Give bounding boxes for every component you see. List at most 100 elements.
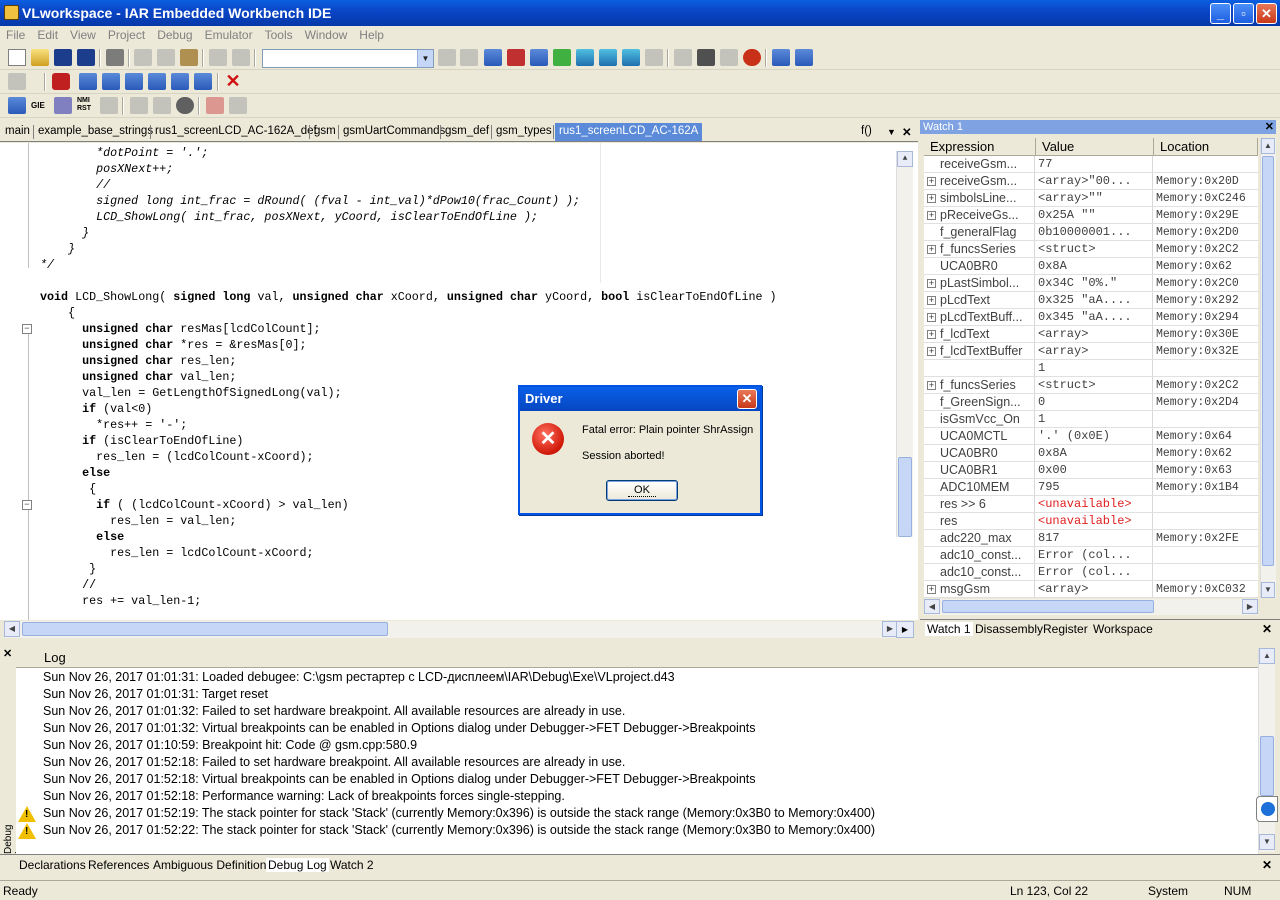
- go-debug-icon[interactable]: [194, 73, 212, 90]
- editor-vertical-scrollbar[interactable]: ▲: [896, 151, 913, 537]
- scroll-thumb[interactable]: [22, 622, 388, 636]
- watch-row[interactable]: adc220_max 817 Memory:0x2FE: [924, 530, 1258, 547]
- watch-horizontal-scrollbar[interactable]: ◀ ▶: [924, 599, 1258, 615]
- expand-icon[interactable]: +: [927, 585, 936, 594]
- watch-row[interactable]: res <unavailable>: [924, 513, 1258, 530]
- code-editor[interactable]: − − *dotPoint = '.'; posXNext++; // sign…: [0, 143, 918, 620]
- stop-build-icon[interactable]: [697, 49, 715, 66]
- emulator-icon[interactable]: [8, 97, 26, 114]
- step-into-icon[interactable]: [102, 73, 120, 90]
- watch-row[interactable]: + pLcdText 0x325 "aA.... Memory:0x292: [924, 292, 1258, 309]
- watch-row[interactable]: UCA0BR1 0x00 Memory:0x63: [924, 462, 1258, 479]
- watch-row[interactable]: f_generalFlag 0b10000001... Memory:0x2D0: [924, 224, 1258, 241]
- watch-row[interactable]: + msgGsm <array> Memory:0xC032: [924, 581, 1258, 598]
- run-to-cursor-icon[interactable]: [171, 73, 189, 90]
- maximize-button[interactable]: ▫: [1233, 3, 1254, 24]
- scroll-down-icon[interactable]: ▼: [1259, 834, 1275, 850]
- navigate-icon[interactable]: [484, 49, 502, 66]
- advanced-breakpoint-icon[interactable]: [229, 97, 247, 114]
- go-icon[interactable]: [553, 49, 571, 66]
- find-icon[interactable]: [438, 49, 456, 66]
- undo-icon[interactable]: [209, 49, 227, 66]
- scroll-up-icon[interactable]: ▲: [1259, 648, 1275, 664]
- expand-icon[interactable]: +: [927, 381, 936, 390]
- watch-row[interactable]: + pLastSimbol... 0x34C "0%." Memory:0x2C0: [924, 275, 1258, 292]
- tab-main[interactable]: main: [5, 125, 30, 137]
- watch-row[interactable]: receiveGsm... 77: [924, 156, 1258, 173]
- watch-row[interactable]: adc10_const... Error (col...: [924, 564, 1258, 581]
- expand-icon[interactable]: +: [927, 177, 936, 186]
- template-icon[interactable]: [530, 49, 548, 66]
- find-next-icon[interactable]: [460, 49, 478, 66]
- chevron-down-icon[interactable]: ▼: [417, 50, 433, 67]
- log-header[interactable]: Log: [16, 648, 1258, 668]
- minimize-button[interactable]: _: [1210, 3, 1231, 24]
- tab-rus1-screenlcd-active[interactable]: rus1_screenLCD_AC-162A: [555, 123, 703, 141]
- watch-row[interactable]: f_GreenSign... 0 Memory:0x2D4: [924, 394, 1258, 411]
- tab-watch2[interactable]: Watch 2: [330, 858, 374, 872]
- debug-without-download-icon[interactable]: [795, 49, 813, 66]
- menu-emulator[interactable]: Emulator: [199, 26, 259, 44]
- step-over-icon[interactable]: [79, 73, 97, 90]
- step-out-icon[interactable]: [125, 73, 143, 90]
- breakpoint-icon[interactable]: [743, 49, 761, 66]
- sequencer-icon[interactable]: [176, 97, 194, 114]
- debug-icon[interactable]: [772, 49, 790, 66]
- tab-example-base-strings[interactable]: example_base_strings: [38, 125, 153, 137]
- expand-icon[interactable]: +: [927, 296, 936, 305]
- print-icon[interactable]: [106, 49, 124, 66]
- tab-declarations[interactable]: Declarations: [19, 858, 86, 872]
- teamviewer-icon[interactable]: [1256, 796, 1278, 822]
- new-file-icon[interactable]: [8, 49, 26, 66]
- tab-ambiguous-definitions[interactable]: Ambiguous Definitions: [153, 858, 272, 872]
- scroll-thumb[interactable]: [898, 457, 912, 537]
- watch-header-expression[interactable]: Expression: [924, 138, 1036, 156]
- watch-row[interactable]: UCA0BR0 0x8A Memory:0x62: [924, 445, 1258, 462]
- menu-edit[interactable]: Edit: [31, 26, 64, 44]
- tab-gsm-types[interactable]: gsm_types: [496, 125, 552, 137]
- tab-register[interactable]: Register: [1043, 622, 1088, 636]
- gie-icon[interactable]: GIE: [31, 97, 49, 114]
- open-folder-icon[interactable]: [31, 49, 49, 66]
- watch-row[interactable]: + simbolsLine... <array>"" Memory:0xC246: [924, 190, 1258, 207]
- menu-view[interactable]: View: [64, 26, 102, 44]
- paste-icon[interactable]: [180, 49, 198, 66]
- scroll-thumb[interactable]: [942, 600, 1154, 613]
- log-list[interactable]: Sun Nov 26, 2017 01:01:31: Loaded debuge…: [16, 668, 1258, 854]
- expand-icon[interactable]: +: [927, 347, 936, 356]
- nmi-rst-icon[interactable]: NMI RST: [77, 97, 95, 114]
- redo-icon[interactable]: [232, 49, 250, 66]
- chevron-down-icon[interactable]: ▼: [887, 127, 896, 137]
- tab-gsm[interactable]: gsm: [314, 125, 336, 137]
- tab-gsm-uart-commands[interactable]: gsmUartCommands: [343, 125, 445, 137]
- menu-debug[interactable]: Debug: [151, 26, 198, 44]
- watch-row[interactable]: res >> 6 <unavailable>: [924, 496, 1258, 513]
- editor-horizontal-scrollbar[interactable]: ◀ ▶: [4, 621, 900, 638]
- watch-row[interactable]: + receiveGsm... <array>"00... Memory:0x20D: [924, 173, 1258, 190]
- expand-icon[interactable]: +: [927, 245, 936, 254]
- watch-row[interactable]: + f_lcdTextBuffer <array> Memory:0x32E: [924, 343, 1258, 360]
- tab-gsm-def[interactable]: gsm_def: [445, 125, 489, 137]
- tab-debug-log[interactable]: Debug Log: [266, 858, 329, 872]
- close-icon[interactable]: ✕: [1265, 120, 1274, 133]
- watch-row[interactable]: ADC10MEM 795 Memory:0x1B4: [924, 479, 1258, 496]
- dialog-close-icon[interactable]: ✕: [737, 389, 757, 409]
- expand-icon[interactable]: +: [927, 194, 936, 203]
- cut-icon[interactable]: [134, 49, 152, 66]
- scroll-up-icon[interactable]: ▲: [1261, 138, 1275, 154]
- scroll-down-icon[interactable]: ▼: [1261, 582, 1275, 598]
- close-tab-icon[interactable]: ✕: [902, 125, 912, 139]
- expand-icon[interactable]: +: [927, 313, 936, 322]
- watch-row[interactable]: + pReceiveGs... 0x25A "" Memory:0x29E: [924, 207, 1258, 224]
- close-button[interactable]: ✕: [1256, 3, 1277, 24]
- tab-workspace[interactable]: Workspace: [1093, 622, 1153, 636]
- menu-file[interactable]: File: [0, 26, 31, 44]
- tab-watch1[interactable]: Watch 1: [925, 622, 973, 636]
- watch-row[interactable]: UCA0MCTL '.' (0x0E) Memory:0x64: [924, 428, 1258, 445]
- expand-icon[interactable]: +: [927, 279, 936, 288]
- expand-icon[interactable]: +: [927, 330, 936, 339]
- function-navigator[interactable]: f(): [861, 125, 872, 137]
- menu-window[interactable]: Window: [299, 26, 354, 44]
- watch-row[interactable]: + f_lcdText <array> Memory:0x30E: [924, 326, 1258, 343]
- find-combo[interactable]: ▼: [262, 49, 434, 68]
